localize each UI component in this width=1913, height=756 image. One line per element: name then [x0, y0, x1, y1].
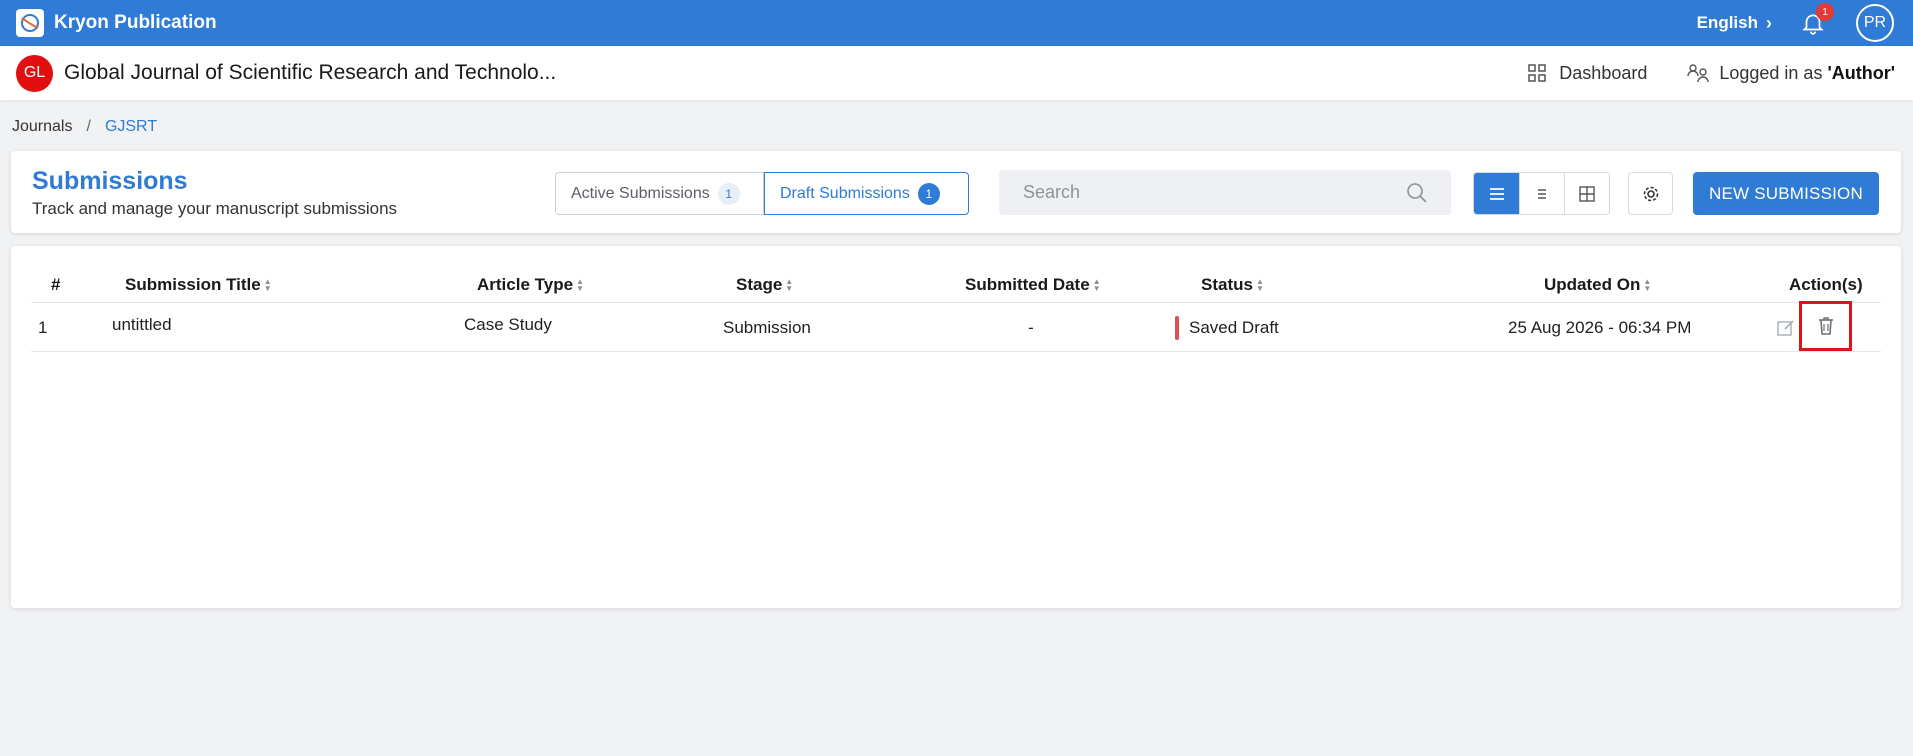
chevron-right-icon: ›	[1766, 12, 1772, 33]
edit-button[interactable]	[1776, 318, 1796, 338]
row-submission-title[interactable]: untittled	[112, 315, 172, 335]
journal-header: GL Global Journal of Scientific Research…	[0, 46, 1913, 100]
dashboard-link[interactable]: Dashboard	[1527, 63, 1647, 84]
tab-active-submissions[interactable]: Active Submissions 1	[555, 172, 764, 215]
view-toggle-group	[1473, 172, 1610, 215]
column-header-submitted-date[interactable]: Submitted Date ▲ ▼	[965, 270, 1101, 300]
language-label: English	[1696, 13, 1758, 32]
row-divider	[31, 351, 1881, 352]
tab-draft-submissions[interactable]: Draft Submissions 1	[764, 172, 969, 215]
top-bar: Kryon Publication English › 1 PR	[0, 0, 1913, 46]
user-avatar[interactable]: PR	[1856, 4, 1894, 42]
submission-tabs: Active Submissions 1 Draft Submissions 1	[555, 172, 969, 215]
sort-icon[interactable]: ▲ ▼	[1093, 278, 1101, 293]
search-input[interactable]	[999, 170, 1405, 215]
list-icon	[1489, 187, 1504, 200]
page-title: Submissions	[32, 167, 188, 195]
tab-label: Active Submissions	[571, 184, 710, 202]
column-header-stage[interactable]: Stage ▲ ▼	[736, 270, 793, 300]
sort-icon[interactable]: ▲ ▼	[785, 278, 793, 293]
tab-label: Draft Submissions	[780, 184, 910, 202]
submissions-header-card: Submissions Track and manage your manusc…	[11, 151, 1901, 233]
journal-badge: GL	[16, 54, 53, 92]
breadcrumb: Journals / GJSRT	[12, 118, 157, 136]
row-article-type: Case Study	[464, 315, 552, 334]
tab-count-badge: 1	[917, 182, 940, 205]
notifications-button[interactable]: 1	[1800, 3, 1834, 36]
column-header-number: #	[51, 275, 61, 294]
row-submitted-date: -	[1028, 318, 1034, 337]
column-header-updated-on[interactable]: Updated On ▲ ▼	[1544, 270, 1651, 300]
switch-user-icon	[1687, 64, 1710, 83]
column-header-actions: Action(s)	[1789, 275, 1863, 294]
settings-button[interactable]	[1628, 172, 1673, 215]
tab-count-badge: 1	[717, 182, 740, 205]
journal-title: Global Journal of Scientific Research an…	[64, 61, 557, 84]
dashboard-label: Dashboard	[1559, 62, 1648, 83]
sort-icon[interactable]: ▲ ▼	[1643, 278, 1651, 293]
notification-count-badge: 1	[1816, 3, 1834, 21]
grid-icon	[1528, 64, 1547, 82]
submissions-table-card: # Submission Title ▲ ▼ Article Type ▲ ▼ Stag…	[11, 246, 1901, 608]
header-divider	[31, 302, 1881, 303]
row-number: 1	[38, 318, 48, 337]
logged-in-role: Logged in as 'Author'	[1687, 62, 1895, 84]
breadcrumb-separator: /	[86, 118, 91, 135]
table-grid-icon	[1579, 185, 1595, 202]
compact-view-button[interactable]	[1519, 173, 1564, 214]
search-icon[interactable]	[1405, 181, 1429, 205]
gear-icon	[1643, 186, 1658, 201]
brand-name: Kryon Publication	[54, 12, 217, 33]
logged-in-prefix: Logged in as	[1719, 62, 1828, 83]
trash-icon	[1818, 317, 1833, 335]
brand[interactable]: Kryon Publication	[16, 9, 217, 37]
brand-logo-icon	[16, 9, 44, 37]
sort-icon[interactable]: ▲ ▼	[1256, 278, 1264, 293]
sort-icon[interactable]: ▲ ▼	[264, 278, 272, 293]
language-selector[interactable]: English ›	[1697, 13, 1772, 34]
edit-icon	[1777, 320, 1794, 336]
logged-in-role-value: 'Author'	[1827, 62, 1895, 83]
breadcrumb-journals[interactable]: Journals	[12, 118, 72, 136]
column-header-status[interactable]: Status ▲ ▼	[1201, 270, 1264, 300]
row-status: Saved Draft	[1189, 318, 1279, 337]
new-submission-button[interactable]: NEW SUBMISSION	[1693, 172, 1879, 215]
sort-icon[interactable]: ▲ ▼	[576, 278, 584, 293]
breadcrumb-current[interactable]: GJSRT	[105, 118, 157, 136]
column-header-article-type[interactable]: Article Type ▲ ▼	[477, 270, 584, 300]
row-updated-on: 25 Aug 2026 - 06:34 PM	[1508, 318, 1692, 337]
list-view-button[interactable]	[1474, 173, 1519, 214]
search-box	[999, 170, 1451, 215]
grid-view-button[interactable]	[1564, 173, 1609, 214]
row-stage: Submission	[723, 318, 811, 337]
page-subtitle: Track and manage your manuscript submiss…	[32, 199, 398, 218]
status-indicator	[1175, 316, 1179, 340]
table-header: # Submission Title ▲ ▼ Article Type ▲ ▼ Stag…	[31, 270, 1881, 304]
column-header-title[interactable]: Submission Title ▲ ▼	[125, 270, 272, 300]
compact-list-icon	[1538, 188, 1546, 199]
delete-button[interactable]	[1799, 301, 1852, 351]
